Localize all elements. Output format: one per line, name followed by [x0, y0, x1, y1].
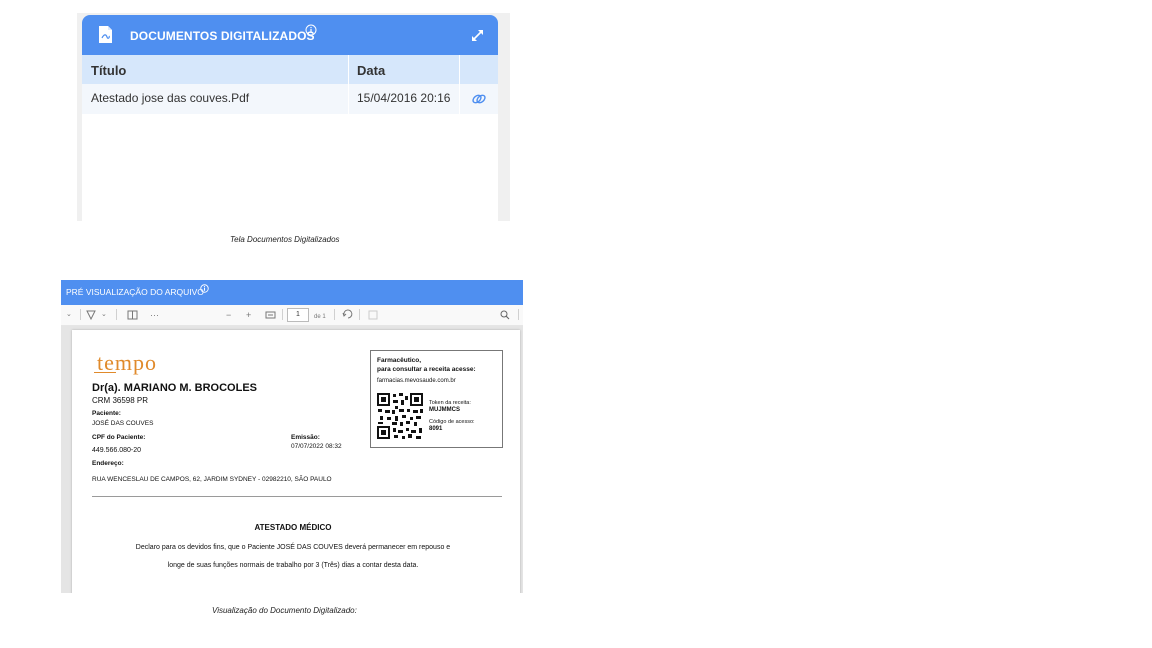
table-row[interactable]: Atestado jose das couves.Pdf 15/04/2016 … [82, 84, 498, 114]
column-header-titulo[interactable]: Título [91, 63, 126, 78]
logo-underline [94, 372, 116, 373]
expand-icon[interactable] [471, 29, 484, 42]
document-body-line-1: Declaro para os devidos fins, que o Paci… [135, 544, 451, 551]
caption-top: Tela Documentos Digitalizados [230, 235, 340, 244]
table-empty-area [82, 114, 498, 221]
documentos-card: DOCUMENTOS DIGITALIZADOS Título Data Ate… [82, 15, 498, 221]
doctor-crm: CRM 36598 PR [92, 396, 149, 405]
toolbar-separator [282, 309, 283, 320]
documentos-title: DOCUMENTOS DIGITALIZADOS [130, 29, 315, 43]
pharm-title-2: para consultar a receita acesse: [377, 366, 476, 373]
pharm-title-1: Farmacêutico, [377, 357, 422, 364]
link-icon[interactable] [470, 92, 488, 106]
code-label: Código de acesso: [429, 419, 475, 425]
preview-title: PRÉ VISUALIZAÇÃO DO ARQUIVO [66, 287, 204, 297]
cpf-value: 449.566.080-20 [92, 447, 142, 454]
pharmacy-qr-box: Farmacêutico, para consultar a receita a… [370, 350, 503, 448]
preview-panel: PRÉ VISUALIZAÇÃO DO ARQUIVO ⌄ ⌄ ··· − + … [61, 280, 523, 593]
document-heading: ATESTADO MÉDICO [254, 523, 332, 532]
chevron-down-icon[interactable]: ⌄ [101, 309, 107, 321]
more-options-icon[interactable]: ··· [150, 309, 159, 321]
chevron-down-icon[interactable]: ⌄ [66, 309, 72, 321]
row-titulo: Atestado jose das couves.Pdf [91, 91, 250, 105]
emission-date: 07/07/2022 08:32 [291, 443, 342, 450]
fit-page-icon[interactable] [265, 310, 276, 320]
pdf-file-icon [99, 26, 112, 43]
token-label: Token da receita: [429, 400, 471, 406]
pdf-page: tempo Dr(a). MARIANO M. BROCOLES CRM 365… [72, 330, 520, 593]
row-data: 15/04/2016 20:16 [357, 91, 451, 105]
column-header-data[interactable]: Data [357, 63, 385, 78]
documentos-header: DOCUMENTOS DIGITALIZADOS [82, 15, 498, 55]
page-total: de 1 [314, 314, 326, 320]
toolbar-separator [359, 309, 360, 320]
rotate-icon[interactable] [342, 309, 353, 320]
toolbar-separator [334, 309, 335, 320]
code-value: 8091 [429, 426, 443, 432]
cpf-label: CPF do Paciente: [92, 434, 146, 441]
toolbar-separator [518, 309, 519, 320]
column-divider [459, 84, 460, 114]
token-value: MUJMMCS [429, 407, 460, 413]
documentos-digitalizados-panel: DOCUMENTOS DIGITALIZADOS Título Data Ate… [77, 13, 510, 221]
table-header: Título Data [82, 55, 498, 84]
documentos-table: Título Data Atestado jose das couves.Pdf… [82, 55, 498, 221]
pdf-viewer[interactable]: tempo Dr(a). MARIANO M. BROCOLES CRM 365… [61, 326, 523, 593]
toolbar-separator [80, 309, 81, 320]
zoom-out-button[interactable]: − [226, 309, 231, 321]
search-icon[interactable] [500, 310, 510, 320]
page-layout-icon[interactable] [368, 310, 378, 320]
toolbar-separator [116, 309, 117, 320]
filter-icon[interactable] [86, 310, 96, 320]
address-value: RUA WENCESLAU DE CAMPOS, 62, JARDIM SYDN… [92, 476, 332, 483]
qr-code-icon [376, 392, 424, 440]
pdf-toolbar: ⌄ ⌄ ··· − + 1 de 1 [61, 305, 523, 326]
column-divider [348, 55, 349, 84]
info-icon[interactable] [305, 24, 317, 36]
doctor-name: Dr(a). MARIANO M. BROCOLES [92, 382, 257, 394]
document-body-line-2: longe de suas funções normais de trabalh… [167, 562, 419, 569]
info-icon[interactable] [200, 284, 209, 293]
pharm-url: farmacias.mevosaude.com.br [377, 378, 456, 384]
page-number-input[interactable]: 1 [287, 308, 309, 322]
emission-label: Emissão: [291, 434, 320, 441]
column-divider [459, 55, 460, 84]
address-label: Endereço: [92, 460, 124, 467]
column-divider [348, 84, 349, 114]
zoom-in-button[interactable]: + [246, 309, 251, 321]
document-divider [92, 496, 502, 497]
patient-name: JOSÉ DAS COUVES [92, 420, 154, 427]
caption-bottom: Visualização do Documento Digitalizado: [212, 606, 357, 615]
preview-header: PRÉ VISUALIZAÇÃO DO ARQUIVO [61, 280, 523, 305]
sidebar-toggle-icon[interactable] [127, 310, 138, 320]
patient-label: Paciente: [92, 410, 121, 417]
